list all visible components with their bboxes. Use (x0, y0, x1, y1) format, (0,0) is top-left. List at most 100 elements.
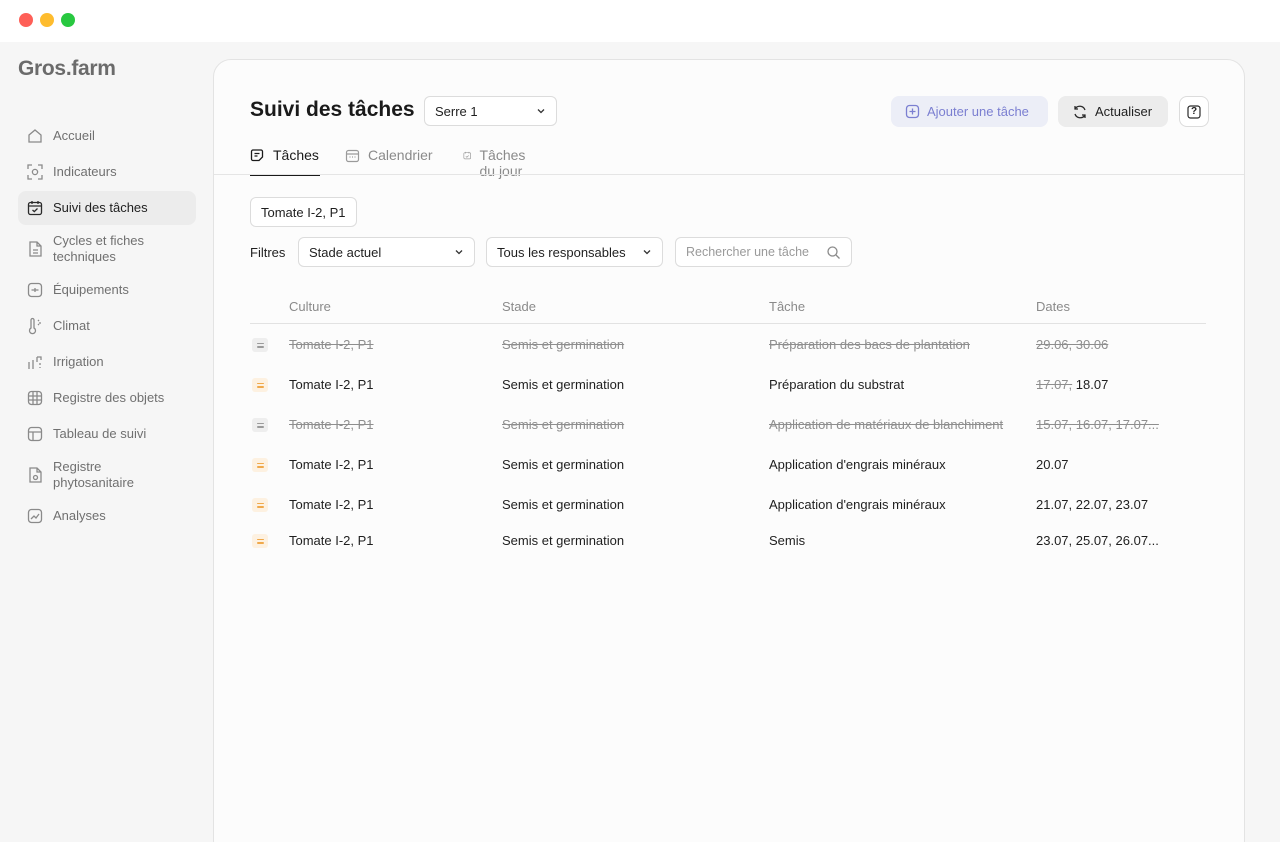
table-row[interactable]: Tomate I-2, P1 Semis et germination Prép… (250, 324, 1206, 364)
sidebar-item-label: Suivi des tâches (53, 200, 148, 215)
search-box (675, 237, 852, 267)
help-button[interactable]: ? (1179, 96, 1209, 127)
sidebar-item-cycles[interactable]: Cycles et fiches techniques (18, 227, 196, 271)
cell-culture: Tomate I-2, P1 (289, 533, 374, 548)
tab-calendrier[interactable]: Calendrier (345, 146, 433, 176)
grid-icon (26, 389, 44, 407)
sidebar-item-label: Registre phytosanitaire (53, 459, 134, 490)
cell-stage: Semis et germination (502, 377, 625, 392)
chevron-down-icon (537, 109, 545, 114)
dates-pending: 21.07, 22.07, 23.07 (1036, 497, 1149, 512)
column-header-dates[interactable]: Dates (1036, 299, 1070, 314)
cell-culture: Tomate I-2, P1 (289, 417, 374, 432)
sidebar: Accueil Indicateurs Suivi des tâches Cyc… (18, 119, 196, 533)
search-icon[interactable] (826, 245, 841, 260)
refresh-button[interactable]: Actualiser (1058, 96, 1168, 127)
dates-pending: 23.07, 25.07, 26.07... (1036, 533, 1159, 548)
close-window-button[interactable] (19, 13, 33, 27)
filters-label: Filtres (250, 245, 286, 260)
cell-task: Préparation du substrat (769, 377, 905, 392)
task-status-icon (252, 458, 268, 472)
refresh-label: Actualiser (1095, 104, 1153, 119)
add-task-label: Ajouter une tâche (927, 104, 1029, 119)
dates-pending: 18.07 (1075, 377, 1109, 392)
tab-label: Tâches (273, 147, 319, 163)
tab-label: Calendrier (368, 147, 433, 163)
greenhouse-select[interactable]: Serre 1 (424, 96, 557, 126)
table-header: Culture Stade Tâche Dates (250, 292, 1206, 324)
add-task-button[interactable]: Ajouter une tâche (891, 96, 1048, 127)
sidebar-item-indicateurs[interactable]: Indicateurs (18, 155, 196, 189)
plus-square-icon (905, 104, 920, 119)
stage-select-value: Stade actuel (309, 244, 382, 260)
tab-taches-du-jour[interactable]: Tâches du jour (463, 146, 532, 179)
sidebar-item-tableau-suivi[interactable]: Tableau de suivi (18, 417, 196, 451)
cell-dates: 20.07 (1036, 457, 1069, 472)
owner-select[interactable]: Tous les responsables (486, 237, 663, 267)
cell-stage: Semis et germination (502, 337, 625, 352)
cell-dates: 23.07, 25.07, 26.07... (1036, 533, 1159, 548)
cell-culture: Tomate I-2, P1 (289, 377, 374, 392)
search-input[interactable] (676, 238, 816, 266)
dates-done: 17.07, (1036, 377, 1073, 392)
table-row[interactable]: Tomate I-2, P1 Semis et germination Prép… (250, 364, 1206, 404)
app-logo[interactable]: Gros.farm (18, 57, 116, 81)
maximize-window-button[interactable] (61, 13, 75, 27)
task-status-icon (252, 338, 268, 352)
cell-dates: 17.07, 18.07 (1036, 377, 1108, 392)
selected-culture-chip[interactable]: Tomate I-2, P1 (250, 197, 357, 227)
sidebar-item-label: Irrigation (53, 354, 104, 369)
cell-task: Semis (769, 533, 806, 548)
irrigation-icon (26, 353, 44, 371)
equipment-icon (26, 281, 44, 299)
sidebar-item-label: Accueil (53, 128, 95, 143)
stage-select[interactable]: Stade actuel (298, 237, 475, 267)
table-icon (26, 425, 44, 443)
cell-dates: 29.06, 30.06 (1036, 337, 1108, 352)
column-header-stade[interactable]: Stade (502, 299, 536, 314)
refresh-icon (1074, 105, 1086, 118)
owner-select-value: Tous les responsables (497, 244, 626, 260)
chevron-down-icon (643, 250, 651, 255)
sidebar-item-irrigation[interactable]: Irrigation (18, 345, 196, 379)
table-row[interactable]: Tomate I-2, P1 Semis et germination Appl… (250, 404, 1206, 444)
cell-stage: Semis et germination (502, 533, 625, 548)
sidebar-item-accueil[interactable]: Accueil (18, 119, 196, 153)
sidebar-item-registre-objets[interactable]: Registre des objets (18, 381, 196, 415)
table-row[interactable]: Tomate I-2, P1 Semis et germination Appl… (250, 484, 1206, 520)
sidebar-item-analyses[interactable]: Analyses (18, 499, 196, 533)
cell-culture: Tomate I-2, P1 (289, 497, 374, 512)
cell-task: Application d'engrais minéraux (769, 497, 946, 512)
home-icon (26, 127, 44, 145)
main-panel: Suivi des tâches Serre 1 Ajouter une tâc… (213, 59, 1245, 842)
indicator-icon (26, 163, 44, 181)
cell-task: Préparation des bacs de plantation (769, 337, 970, 352)
cell-culture: Tomate I-2, P1 (289, 457, 374, 472)
dates-pending: 20.07 (1036, 457, 1069, 472)
dates-done: 15.07, 16.07, 17.07... (1036, 417, 1159, 432)
tab-taches[interactable]: Tâches (250, 146, 320, 176)
sidebar-item-suivi-des-taches[interactable]: Suivi des tâches (18, 191, 196, 225)
column-header-culture[interactable]: Culture (289, 299, 331, 314)
table-row[interactable]: Tomate I-2, P1 Semis et germination Appl… (250, 444, 1206, 484)
minimize-window-button[interactable] (40, 13, 54, 27)
sidebar-item-registre-phyto[interactable]: Registre phytosanitaire (18, 453, 196, 497)
sidebar-item-label: Analyses (53, 508, 106, 523)
sidebar-item-label: Climat (53, 318, 90, 333)
greenhouse-select-value: Serre 1 (435, 103, 478, 119)
window-titlebar (0, 0, 1280, 42)
tabs-divider (214, 174, 1244, 175)
cell-stage: Semis et germination (502, 417, 625, 432)
document-icon (26, 240, 44, 258)
task-list-icon (250, 149, 264, 162)
column-header-tache[interactable]: Tâche (769, 299, 805, 314)
table-row[interactable]: Tomate I-2, P1 Semis et germination Semi… (250, 520, 1206, 556)
sidebar-item-label: Registre des objets (53, 390, 165, 405)
chevron-down-icon (455, 250, 463, 255)
tasks-table: Culture Stade Tâche Dates Tomate I-2, P1… (250, 292, 1206, 556)
calendar-icon (345, 149, 360, 163)
sidebar-item-equipements[interactable]: Équipements (18, 273, 196, 307)
sidebar-item-climat[interactable]: Climat (18, 309, 196, 343)
phyto-document-icon (26, 466, 44, 484)
sidebar-item-label: Indicateurs (53, 164, 117, 179)
